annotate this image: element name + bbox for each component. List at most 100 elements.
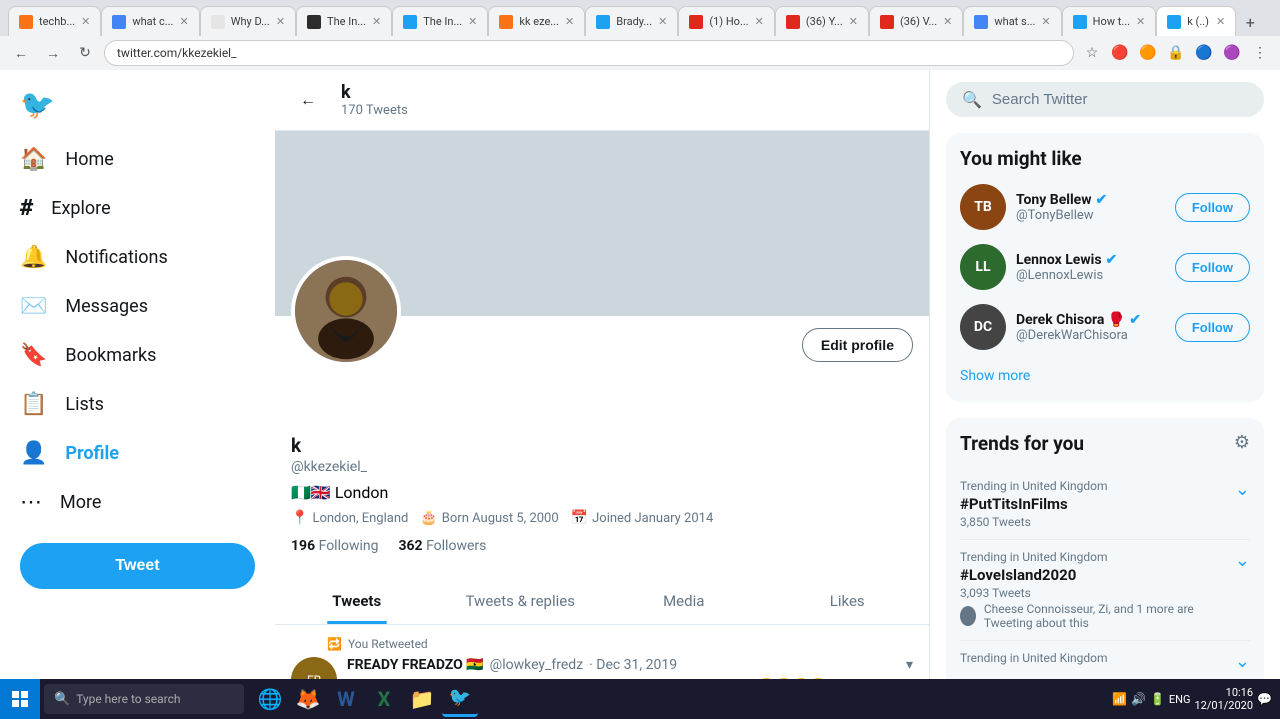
sidebar-item-home[interactable]: 🏠 Home: [0, 135, 180, 184]
tweet-author-avatar[interactable]: FR: [291, 657, 337, 679]
extension-1[interactable]: 🔴: [1108, 41, 1132, 65]
profile-header-bar: ← k 170 Tweets: [275, 70, 929, 131]
tweet-more-button[interactable]: ▾: [906, 657, 913, 673]
tab-9[interactable]: (36) Y...✕: [775, 6, 869, 36]
tab-3[interactable]: Why D...✕: [200, 6, 296, 36]
search-input[interactable]: [992, 91, 1248, 108]
verified-badge-tony: ✔: [1096, 192, 1108, 208]
tab-10[interactable]: (36) V...✕: [869, 6, 963, 36]
trend-love-island[interactable]: Trending in United Kingdom #LoveIsland20…: [960, 540, 1250, 641]
follow-tony-button[interactable]: Follow: [1175, 193, 1250, 222]
menu-button[interactable]: ⋮: [1248, 41, 1272, 65]
address-bar[interactable]: twitter.com/kkezekiel_: [104, 40, 1074, 66]
sidebar-item-label-notifications: Notifications: [65, 247, 167, 268]
sidebar-item-bookmarks[interactable]: 🔖 Bookmarks: [0, 331, 180, 380]
tab-tweets[interactable]: Tweets: [275, 578, 439, 624]
volume-icon[interactable]: 🔊: [1131, 692, 1146, 706]
taskbar-excel[interactable]: X: [366, 681, 402, 717]
profile-stats: 196 Following 362 Followers: [291, 538, 913, 554]
back-button[interactable]: ←: [8, 40, 34, 66]
derek-chisora-info: Derek Chisora 🥊 ✔ @DerekWarChisora: [1016, 312, 1165, 343]
notification-tray-icon[interactable]: 💬: [1257, 692, 1272, 706]
taskbar-twitter[interactable]: 🐦: [442, 681, 478, 717]
sidebar-item-messages[interactable]: ✉️ Messages: [0, 282, 180, 331]
bookmark-icon[interactable]: ☆: [1080, 41, 1104, 65]
sidebar-item-notifications[interactable]: 🔔 Notifications: [0, 233, 188, 282]
browser-chrome: techb...✕ what c...✕ Why D...✕ The In...…: [0, 0, 1280, 70]
tab-12[interactable]: How t...✕: [1062, 6, 1157, 36]
header-name: k: [341, 82, 408, 103]
calendar-icon: 📅: [571, 510, 588, 526]
profile-meta: 📍 London, England 🎂 Born August 5, 2000 …: [291, 510, 913, 526]
sidebar-item-label-more: More: [60, 492, 101, 513]
tweet-button[interactable]: Tweet: [20, 543, 255, 589]
taskbar-system-tray: 📶 🔊 🔋 ENG 10:16 12/01/2020 💬: [1104, 686, 1280, 712]
search-icon: 🔍: [962, 90, 982, 109]
tab-1[interactable]: techb...✕: [8, 6, 101, 36]
followers-stat[interactable]: 362 Followers: [398, 538, 486, 554]
sidebar-item-profile[interactable]: 👤 Profile: [0, 429, 180, 478]
trend-love-island-count: 3,093 Tweets: [960, 586, 1235, 600]
tab-media[interactable]: Media: [602, 578, 766, 624]
gear-icon[interactable]: ⚙: [1234, 432, 1250, 453]
tab-6[interactable]: kk eze...✕: [488, 6, 585, 36]
profile-tabs: Tweets Tweets & replies Media Likes: [275, 578, 929, 625]
follow-derek-button[interactable]: Follow: [1175, 313, 1250, 342]
trend-put-tits-info: Trending in United Kingdom #PutTitsInFil…: [960, 479, 1235, 529]
tab-11[interactable]: what s...✕: [963, 6, 1061, 36]
taskbar-folder[interactable]: 📁: [404, 681, 440, 717]
taskbar-word[interactable]: W: [328, 681, 364, 717]
trend-chevron-1[interactable]: ⌄: [1235, 479, 1250, 500]
trend-chevron-2[interactable]: ⌄: [1235, 550, 1250, 571]
tweet-item: 🔁 You Retweeted FR FREADY FREADZO 🇬🇭 @lo…: [275, 625, 929, 679]
tab-7[interactable]: Brady...✕: [585, 6, 678, 36]
battery-icon[interactable]: 🔋: [1150, 692, 1165, 706]
tab-5[interactable]: The In...✕: [392, 6, 488, 36]
follow-lennox-button[interactable]: Follow: [1175, 253, 1250, 282]
trend-uk-3[interactable]: Trending in United Kingdom ⌄: [960, 641, 1250, 679]
sidebar-item-more[interactable]: ⋯ More: [0, 478, 180, 527]
tab-4[interactable]: The In...✕: [296, 6, 392, 36]
lennox-lewis-avatar[interactable]: LL: [960, 244, 1006, 290]
taskbar-search[interactable]: 🔍 Type here to search: [44, 684, 244, 714]
following-stat[interactable]: 196 Following: [291, 538, 378, 554]
reload-button[interactable]: ↻: [72, 40, 98, 66]
tab-likes[interactable]: Likes: [766, 578, 930, 624]
trend-chevron-3[interactable]: ⌄: [1235, 651, 1250, 672]
retweet-label: 🔁 You Retweeted: [291, 637, 913, 651]
extension-2[interactable]: 🟠: [1136, 41, 1160, 65]
suggestion-lennox-lewis: LL Lennox Lewis ✔ @LennoxLewis Follow: [960, 244, 1250, 290]
tony-bellew-avatar[interactable]: TB: [960, 184, 1006, 230]
extension-5[interactable]: 🟣: [1220, 41, 1244, 65]
new-tab-button[interactable]: +: [1236, 8, 1264, 36]
lang-label: ENG: [1169, 693, 1191, 706]
taskbar-chrome[interactable]: 🌐: [252, 681, 288, 717]
derek-chisora-avatar[interactable]: DC: [960, 304, 1006, 350]
trend-put-tits[interactable]: Trending in United Kingdom #PutTitsInFil…: [960, 469, 1250, 540]
tab-active[interactable]: k (..)✕: [1156, 6, 1236, 36]
show-more-button[interactable]: Show more: [960, 364, 1250, 388]
main-layout: 🐦 🏠 Home # Explore 🔔 Notifications ✉️ Me…: [0, 70, 1280, 679]
bookmarks-icon: 🔖: [20, 343, 47, 368]
tab-2[interactable]: what c...✕: [101, 6, 199, 36]
edit-profile-button[interactable]: Edit profile: [802, 328, 913, 362]
sidebar-item-explore[interactable]: # Explore: [0, 184, 180, 233]
tweet-author-name: FREADY FREADZO 🇬🇭: [347, 657, 484, 673]
extension-4[interactable]: 🔵: [1192, 41, 1216, 65]
browser-tabs: techb...✕ what c...✕ Why D...✕ The In...…: [0, 0, 1280, 36]
extension-3[interactable]: 🔒: [1164, 41, 1188, 65]
trends-title-row: Trends for you ⚙: [960, 432, 1250, 455]
network-icon[interactable]: 📶: [1112, 692, 1127, 706]
forward-button[interactable]: →: [40, 40, 66, 66]
profile-name: k: [291, 434, 913, 457]
sidebar-item-lists[interactable]: 📋 Lists: [0, 380, 180, 429]
search-box[interactable]: 🔍: [946, 82, 1264, 117]
tab-tweets-replies[interactable]: Tweets & replies: [439, 578, 603, 624]
taskbar-firefox[interactable]: 🦊: [290, 681, 326, 717]
start-button[interactable]: [0, 679, 40, 719]
trend-love-island-row: Trending in United Kingdom #LoveIsland20…: [960, 550, 1250, 630]
birthday-icon: 🎂: [420, 510, 437, 526]
profile-picture: [291, 256, 401, 366]
back-arrow-button[interactable]: ←: [291, 83, 325, 117]
tab-8[interactable]: (1) Ho...✕: [678, 6, 775, 36]
